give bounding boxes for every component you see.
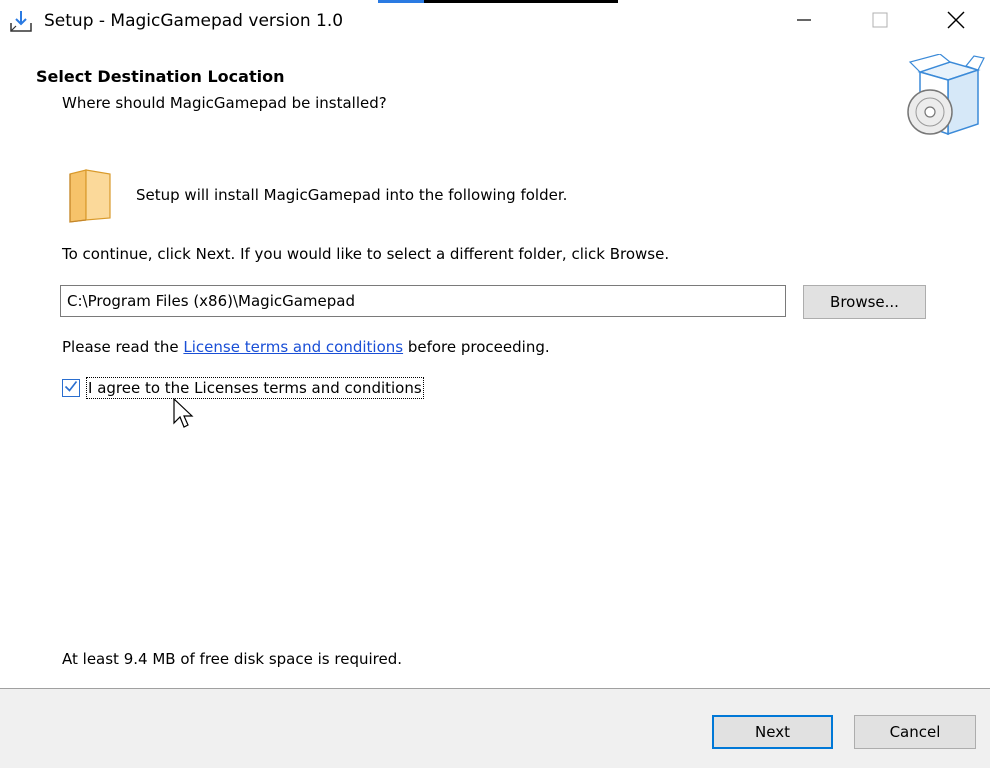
checkmark-icon xyxy=(64,379,78,397)
setup-window: Setup - MagicGamepad version 1.0 Select … xyxy=(0,0,990,768)
cancel-button[interactable]: Cancel xyxy=(854,715,976,749)
browse-button[interactable]: Browse... xyxy=(803,285,926,319)
setup-info-text: Setup will install MagicGamepad into the… xyxy=(136,186,568,204)
agree-checkbox-row[interactable]: I agree to the Licenses terms and condit… xyxy=(62,376,424,400)
folder-icon xyxy=(66,168,116,224)
maximize-icon xyxy=(872,12,888,32)
title-bar[interactable]: Setup - MagicGamepad version 1.0 xyxy=(0,0,990,44)
agree-checkbox[interactable] xyxy=(62,379,80,397)
license-notice: Please read the License terms and condit… xyxy=(62,338,550,356)
setup-download-icon xyxy=(8,9,34,35)
close-icon xyxy=(947,11,965,33)
taskbar-accent xyxy=(378,0,618,3)
mouse-cursor-icon xyxy=(173,397,195,432)
close-button[interactable] xyxy=(933,0,979,44)
disk-space-text: At least 9.4 MB of free disk space is re… xyxy=(62,650,402,668)
license-terms-link[interactable]: License terms and conditions xyxy=(183,338,403,356)
agree-checkbox-label[interactable]: I agree to the Licenses terms and condit… xyxy=(86,377,424,399)
license-prefix: Please read the xyxy=(62,338,184,356)
next-button[interactable]: Next xyxy=(712,715,833,749)
license-suffix: before proceeding. xyxy=(403,338,550,356)
installer-box-icon xyxy=(900,53,986,140)
button-bar xyxy=(0,689,990,768)
minimize-icon xyxy=(797,13,811,31)
continue-instructions: To continue, click Next. If you would li… xyxy=(62,245,670,263)
page-title: Select Destination Location xyxy=(36,67,285,86)
minimize-button[interactable] xyxy=(781,0,827,44)
destination-path-input[interactable] xyxy=(60,285,786,317)
maximize-button[interactable] xyxy=(857,0,903,44)
page-subtitle: Where should MagicGamepad be installed? xyxy=(62,94,387,112)
window-title: Setup - MagicGamepad version 1.0 xyxy=(44,11,344,31)
